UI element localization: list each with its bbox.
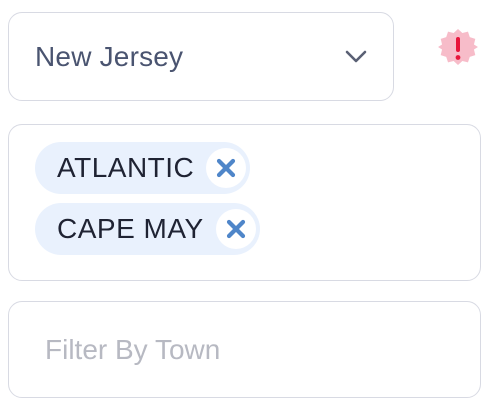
close-icon[interactable] <box>215 209 256 249</box>
county-chip-label: CAPE MAY <box>57 213 204 244</box>
filter-panel: New Jersey ATLANTIC CAPE MAY Filter By T… <box>0 0 500 416</box>
alert-badge-icon <box>438 28 478 68</box>
county-chip: ATLANTIC <box>35 142 251 194</box>
counties-multiselect[interactable]: ATLANTIC CAPE MAY <box>8 124 481 281</box>
town-filter-input[interactable] <box>45 333 454 366</box>
state-select[interactable]: New Jersey <box>8 12 394 101</box>
county-chip: CAPE MAY <box>35 203 260 255</box>
chevron-down-icon[interactable] <box>343 44 369 70</box>
state-select-value: New Jersey <box>35 40 184 72</box>
close-icon[interactable] <box>206 148 247 188</box>
town-filter-field <box>8 301 481 398</box>
county-chip-label: ATLANTIC <box>57 152 195 183</box>
